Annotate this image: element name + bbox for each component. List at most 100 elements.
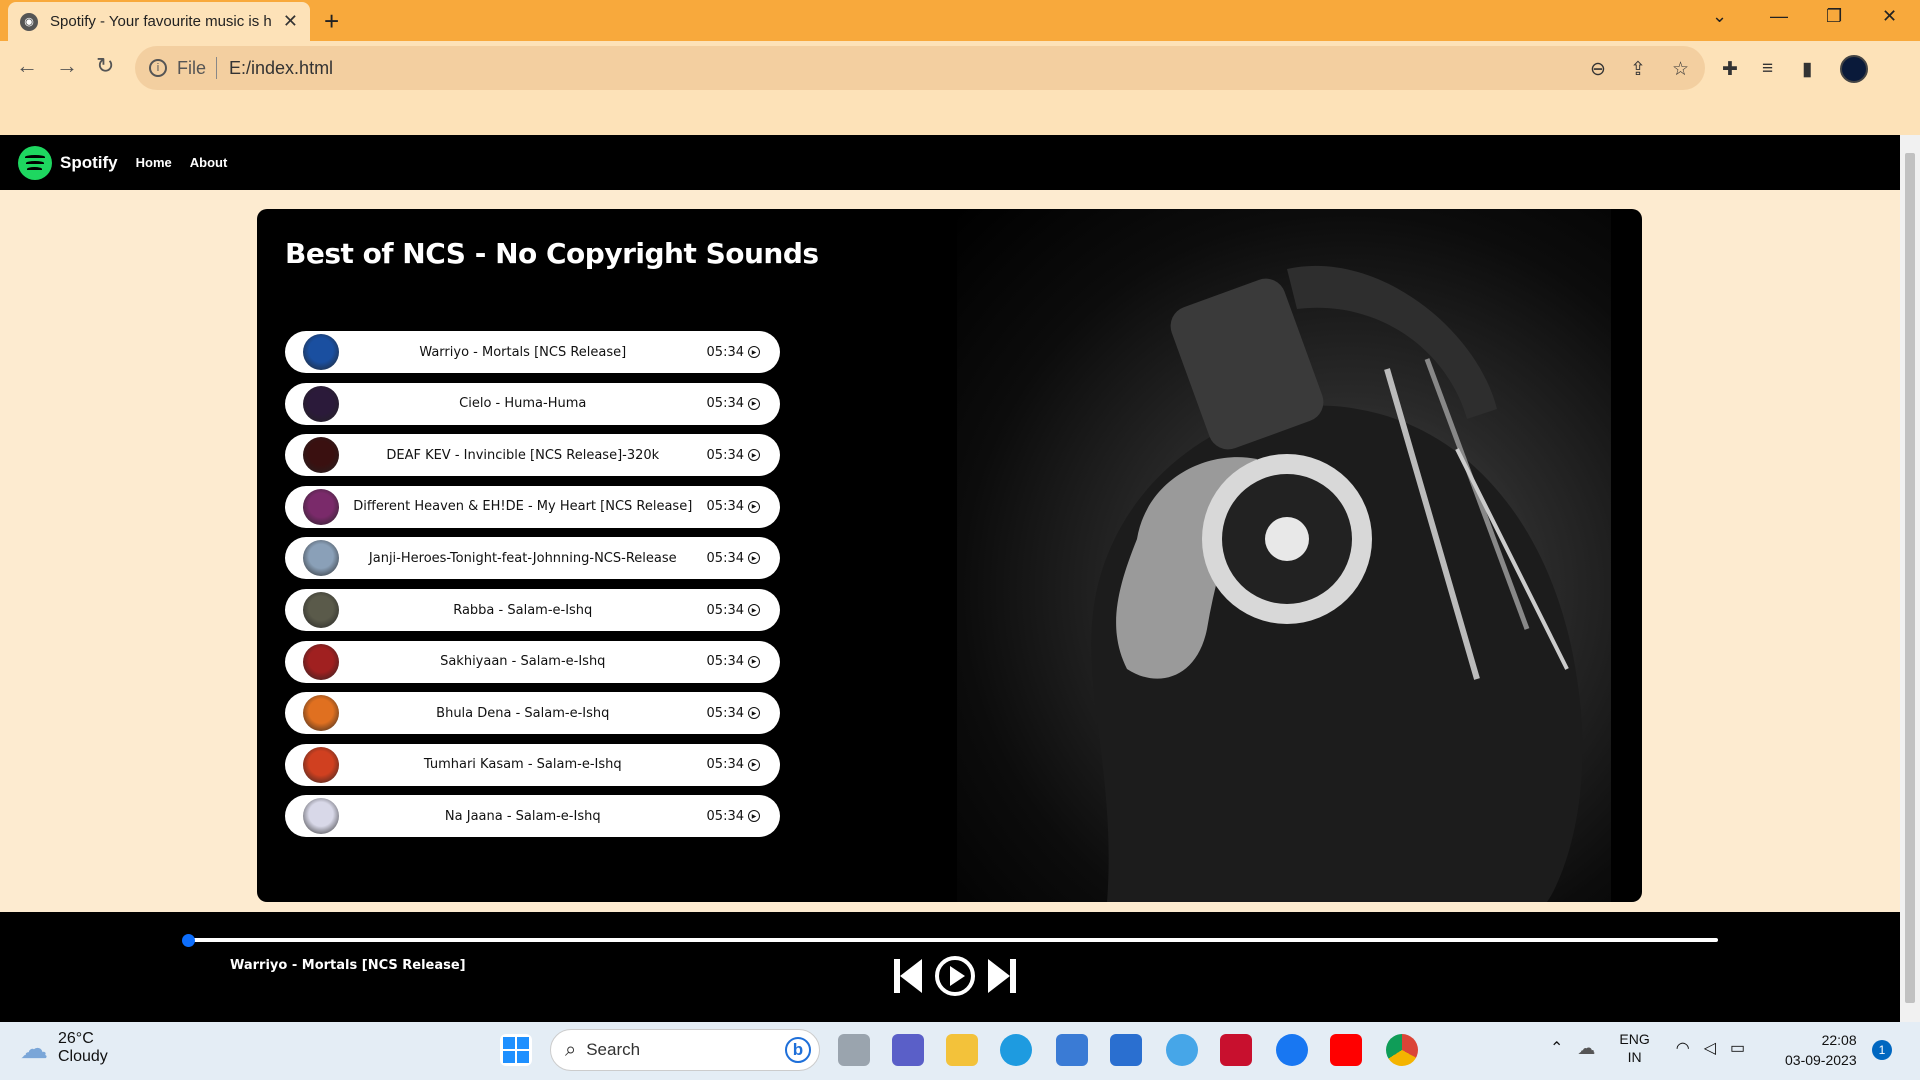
previous-icon[interactable] — [894, 957, 924, 995]
next-icon[interactable] — [986, 957, 1016, 995]
song-play-icon[interactable]: ▶ — [748, 449, 760, 462]
site-navbar: Spotify Home About — [0, 135, 1900, 190]
song-duration: 05:34 — [706, 344, 744, 360]
song-item[interactable]: Sakhiyaan - Salam-e-Ishq 05:34 ▶ — [285, 640, 780, 683]
song-play-icon[interactable]: ▶ — [748, 604, 760, 616]
profile-avatar[interactable] — [1840, 55, 1868, 83]
battery-icon[interactable]: ▭ — [1730, 1038, 1745, 1058]
weather-condition: Cloudy — [58, 1048, 108, 1065]
notification-badge[interactable]: 1 — [1872, 1040, 1892, 1060]
wifi-icon[interactable]: ◠ — [1676, 1038, 1690, 1058]
song-cover-image — [303, 746, 339, 783]
song-play-icon[interactable]: ▶ — [748, 758, 760, 771]
song-item[interactable]: Bhula Dena - Salam-e-Ishq 05:34 ▶ — [285, 692, 780, 735]
facebook-icon[interactable] — [1276, 1034, 1308, 1066]
song-play-icon[interactable]: ▶ — [748, 552, 760, 565]
song-cover-image — [303, 643, 339, 680]
nav-about[interactable]: About — [190, 155, 228, 170]
tab-title: Spotify - Your favourite music is h — [50, 13, 272, 30]
song-name: Bhula Dena - Salam-e-Ishq — [436, 705, 610, 721]
song-item[interactable]: Na Jaana - Salam-e-Ishq 05:34 ▶ — [285, 795, 780, 838]
song-play-icon[interactable]: ▶ — [748, 346, 760, 358]
song-cover-image — [303, 592, 339, 628]
url-scheme: File — [177, 57, 207, 78]
progress-track[interactable] — [188, 938, 1718, 942]
cloud-icon: ☁ — [20, 1032, 48, 1064]
media-control-icon[interactable]: ≡ — [1762, 58, 1773, 80]
lang-in: IN — [1627, 1049, 1642, 1065]
brand-name[interactable]: Spotify — [60, 153, 118, 173]
share-icon[interactable]: ⇪ — [1630, 58, 1646, 81]
forward-icon[interactable]: → — [56, 53, 78, 79]
close-tab-icon[interactable]: ✕ — [283, 11, 298, 32]
chevron-up-icon[interactable]: ⌃ — [1550, 1038, 1563, 1058]
song-play-icon[interactable]: ▶ — [748, 397, 760, 410]
url-separator — [216, 57, 218, 79]
scrollbar-thumb[interactable] — [1905, 153, 1915, 1003]
song-duration: 05:34 — [706, 757, 744, 773]
song-duration: 05:34 — [706, 396, 744, 412]
spotify-logo-icon[interactable] — [18, 145, 52, 180]
edge-icon[interactable] — [1000, 1034, 1032, 1066]
bookmark-star-icon[interactable]: ☆ — [1672, 58, 1689, 81]
volume-icon[interactable]: ◁ — [1704, 1038, 1716, 1058]
song-name: Na Jaana - Salam-e-Ishq — [444, 808, 601, 824]
file-explorer-icon[interactable] — [946, 1034, 978, 1066]
song-item[interactable]: Different Heaven & EH!DE - My Heart [NCS… — [285, 485, 780, 528]
page-scrollbar[interactable] — [1900, 135, 1920, 1022]
info-icon[interactable]: i — [149, 59, 167, 77]
song-item[interactable]: Rabba - Salam-e-Ishq 05:34 ▶ — [285, 589, 780, 631]
language-indicator[interactable]: ENG IN — [1619, 1030, 1649, 1066]
song-play-icon[interactable]: ▶ — [748, 810, 760, 823]
task-view-icon[interactable] — [838, 1034, 870, 1066]
minimize-button[interactable]: — — [1770, 6, 1788, 27]
song-duration: 05:34 — [706, 447, 744, 463]
song-duration: 05:34 — [706, 808, 744, 824]
search-icon: ⌕ — [565, 1038, 577, 1061]
bing-icon[interactable]: b — [785, 1037, 811, 1063]
song-name: Sakhiyaan - Salam-e-Ishq — [440, 654, 606, 670]
hp-support-icon[interactable] — [1110, 1034, 1142, 1066]
song-cover-image — [303, 695, 339, 732]
restore-button[interactable]: ❐ — [1826, 6, 1842, 27]
progress-knob[interactable] — [182, 934, 195, 947]
weather-temperature: 26°C — [58, 1030, 94, 1047]
reload-icon[interactable]: ↻ — [96, 53, 114, 79]
zoom-icon[interactable]: ⊖ — [1590, 58, 1606, 81]
youtube-icon[interactable] — [1330, 1034, 1362, 1066]
windows-start-icon[interactable] — [500, 1034, 532, 1066]
close-window-button[interactable]: ✕ — [1882, 6, 1897, 27]
song-item[interactable]: Janji-Heroes-Tonight-feat-Johnning-NCS-R… — [285, 537, 780, 580]
clock[interactable]: 22:08 03-09-2023 — [1785, 1030, 1857, 1070]
mcafee-icon[interactable] — [1220, 1034, 1252, 1066]
globe-icon: ◉ — [20, 12, 38, 31]
song-name: Cielo - Huma-Huma — [459, 396, 587, 412]
song-play-icon[interactable]: ▶ — [748, 707, 760, 720]
toolbar-spacer — [0, 95, 1920, 135]
browser-tab[interactable]: ◉ Spotify - Your favourite music is h ✕ — [8, 2, 310, 41]
weather-widget[interactable]: ☁ 26°C Cloudy — [20, 1030, 108, 1066]
song-item[interactable]: Tumhari Kasam - Salam-e-Ishq 05:34 ▶ — [285, 743, 780, 786]
song-item[interactable]: DEAF KEV - Invincible [NCS Release]-320k… — [285, 434, 780, 477]
new-tab-button[interactable]: + — [324, 6, 339, 37]
tab-search-icon[interactable]: ⌄ — [1712, 6, 1727, 27]
song-cover-image — [303, 437, 339, 474]
song-play-icon[interactable]: ▶ — [748, 500, 760, 513]
back-icon[interactable]: ← — [16, 53, 38, 79]
song-item[interactable]: Cielo - Huma-Huma 05:34 ▶ — [285, 382, 780, 425]
song-duration: 05:34 — [706, 654, 744, 670]
song-duration: 05:34 — [706, 550, 744, 566]
address-bar[interactable]: i File E:/index.html — [135, 46, 1705, 90]
extensions-icon[interactable]: ✚ — [1722, 58, 1738, 81]
chat-icon[interactable] — [892, 1034, 924, 1066]
nav-home[interactable]: Home — [136, 155, 172, 170]
side-panel-icon[interactable]: ▮ — [1802, 58, 1812, 81]
song-item[interactable]: Warriyo - Mortals [NCS Release] 05:34 ▶ — [285, 331, 780, 373]
store-icon[interactable] — [1056, 1034, 1088, 1066]
song-play-icon[interactable]: ▶ — [748, 655, 760, 668]
settings-helper-icon[interactable] — [1166, 1034, 1198, 1066]
onedrive-icon[interactable]: ☁ — [1577, 1038, 1595, 1059]
taskbar-search[interactable]: ⌕ Search b — [550, 1029, 820, 1071]
chrome-icon[interactable] — [1386, 1034, 1418, 1066]
play-icon[interactable] — [934, 955, 976, 997]
